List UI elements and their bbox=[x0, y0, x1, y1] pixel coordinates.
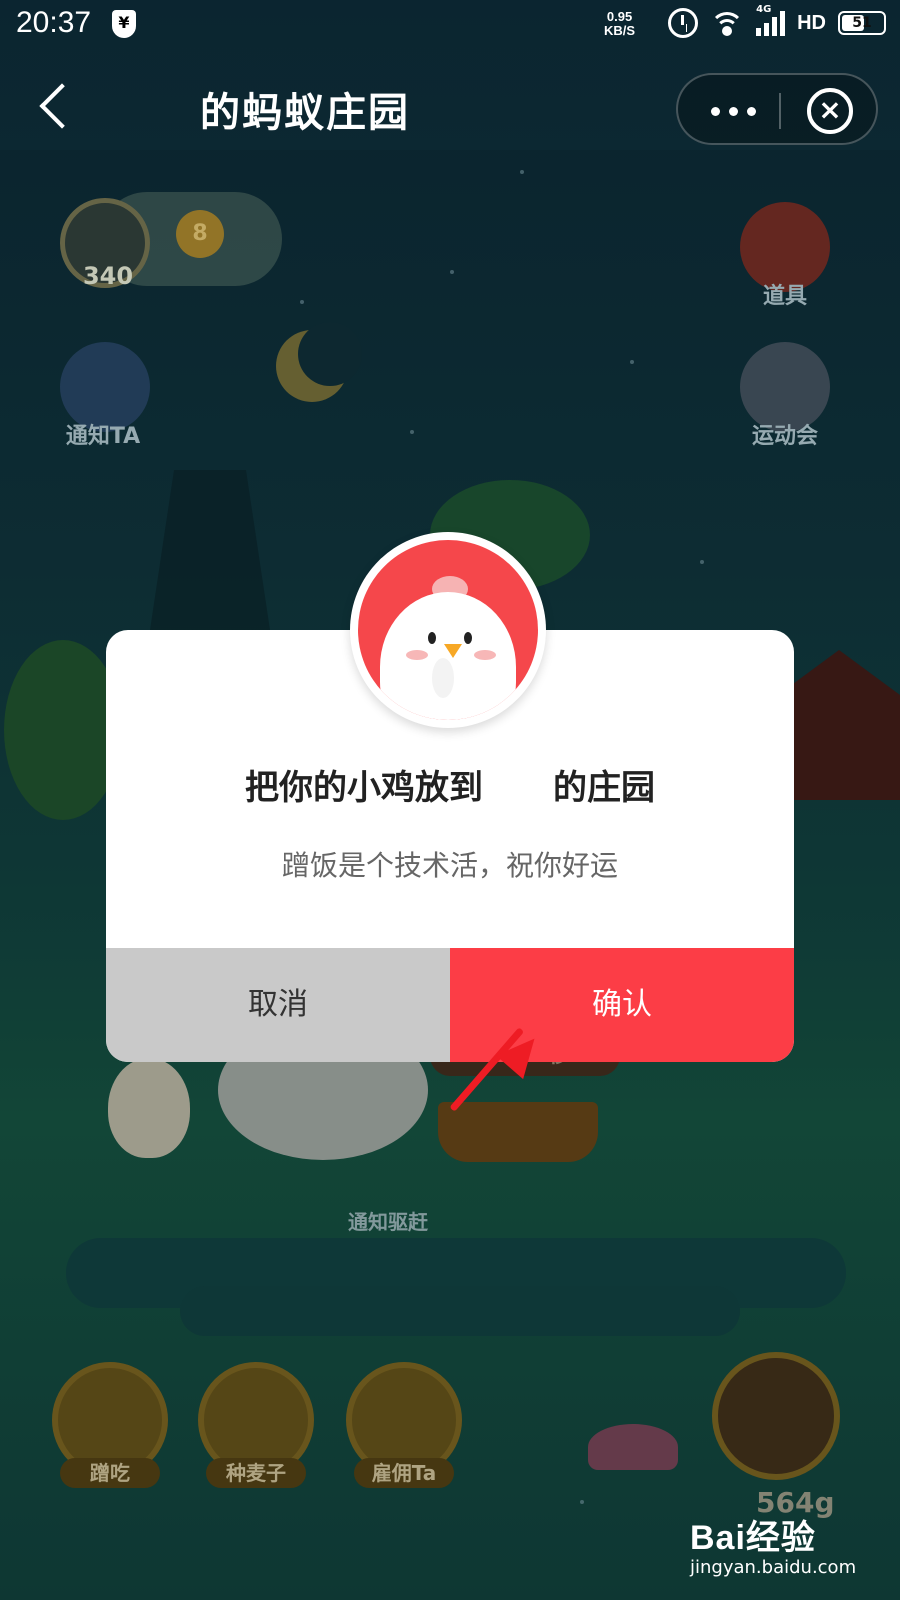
page-title: 的蚂蚁庄园 bbox=[200, 90, 410, 136]
wifi-icon bbox=[710, 10, 745, 36]
battery-level: 51 bbox=[852, 15, 872, 31]
watermark-url: jingyan.baidu.com bbox=[690, 1557, 857, 1578]
hd-icon: HD bbox=[797, 11, 826, 34]
status-bar: 20:37 ¥ 0.95 KB/S 4G HD 51 bbox=[0, 0, 900, 50]
dialog-title-prefix: 把你的小鸡放到 bbox=[245, 768, 483, 808]
confirm-button[interactable]: 确认 bbox=[450, 948, 794, 1062]
baidu-watermark: Bai经验 jingyan.baidu.com bbox=[690, 1510, 856, 1578]
back-button[interactable] bbox=[36, 80, 76, 136]
watermark-logo: Bai经验 bbox=[690, 1519, 816, 1557]
chick-avatar bbox=[350, 532, 546, 728]
capsule-divider bbox=[779, 93, 781, 129]
dialog-subtitle: 蹭饭是个技术活，祝你好运 bbox=[281, 849, 618, 882]
network-type: 4G bbox=[756, 4, 772, 15]
cancel-button[interactable]: 取消 bbox=[106, 948, 450, 1062]
more-button[interactable] bbox=[678, 75, 788, 147]
speed-value: 0.95 bbox=[606, 9, 633, 24]
mini-program-capsule: × bbox=[676, 73, 878, 145]
network-speed: 0.95 KB/S bbox=[604, 10, 635, 38]
app-header: 的蚂蚁庄园 × bbox=[0, 60, 900, 156]
signal-icon: 4G bbox=[756, 4, 786, 36]
dialog-title: 把你的小鸡放到 的庄园 bbox=[106, 760, 794, 809]
status-time: 20:37 bbox=[16, 6, 92, 39]
dialog-title-suffix: 的庄园 bbox=[553, 768, 655, 808]
close-button[interactable]: × bbox=[807, 88, 853, 134]
speed-unit: KB/S bbox=[604, 23, 636, 38]
battery-icon: 51 bbox=[838, 11, 886, 35]
shield-icon: ¥ bbox=[112, 10, 136, 38]
alarm-icon bbox=[668, 8, 699, 38]
more-dots-icon bbox=[710, 106, 720, 116]
